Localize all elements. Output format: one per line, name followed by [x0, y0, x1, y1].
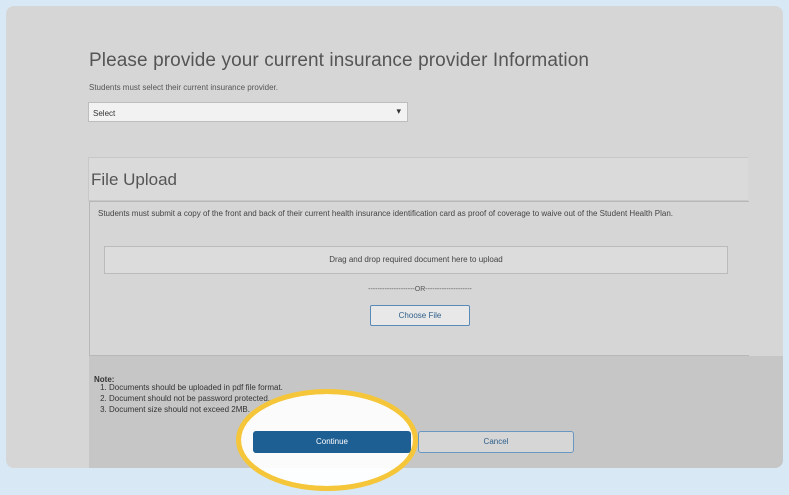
choose-file-button[interactable]: Choose File	[370, 305, 470, 326]
provider-instructions: Students must select their current insur…	[89, 83, 278, 92]
insurance-provider-select[interactable]: Select ▾	[88, 102, 408, 122]
drop-zone[interactable]: Drag and drop required document here to …	[104, 246, 728, 274]
continue-button[interactable]: Continue	[253, 431, 411, 453]
file-upload-panel: Students must submit a copy of the front…	[89, 201, 749, 356]
page-title: Please provide your current insurance pr…	[89, 50, 590, 71]
dropdown-caret-icon: ▾	[396, 106, 401, 116]
select-value: Select	[93, 109, 116, 118]
file-upload-header: File Upload	[88, 157, 748, 201]
file-upload-title: File Upload	[91, 170, 177, 189]
upload-instructions: Students must submit a copy of the front…	[98, 209, 673, 218]
cancel-button[interactable]: Cancel	[418, 431, 574, 453]
or-divider: --------------------OR------------------…	[368, 286, 472, 293]
note-item: Document should not be password protecte…	[109, 393, 283, 404]
insurance-form-card: Please provide your current insurance pr…	[6, 6, 783, 468]
note-item: Documents should be uploaded in pdf file…	[109, 382, 283, 393]
